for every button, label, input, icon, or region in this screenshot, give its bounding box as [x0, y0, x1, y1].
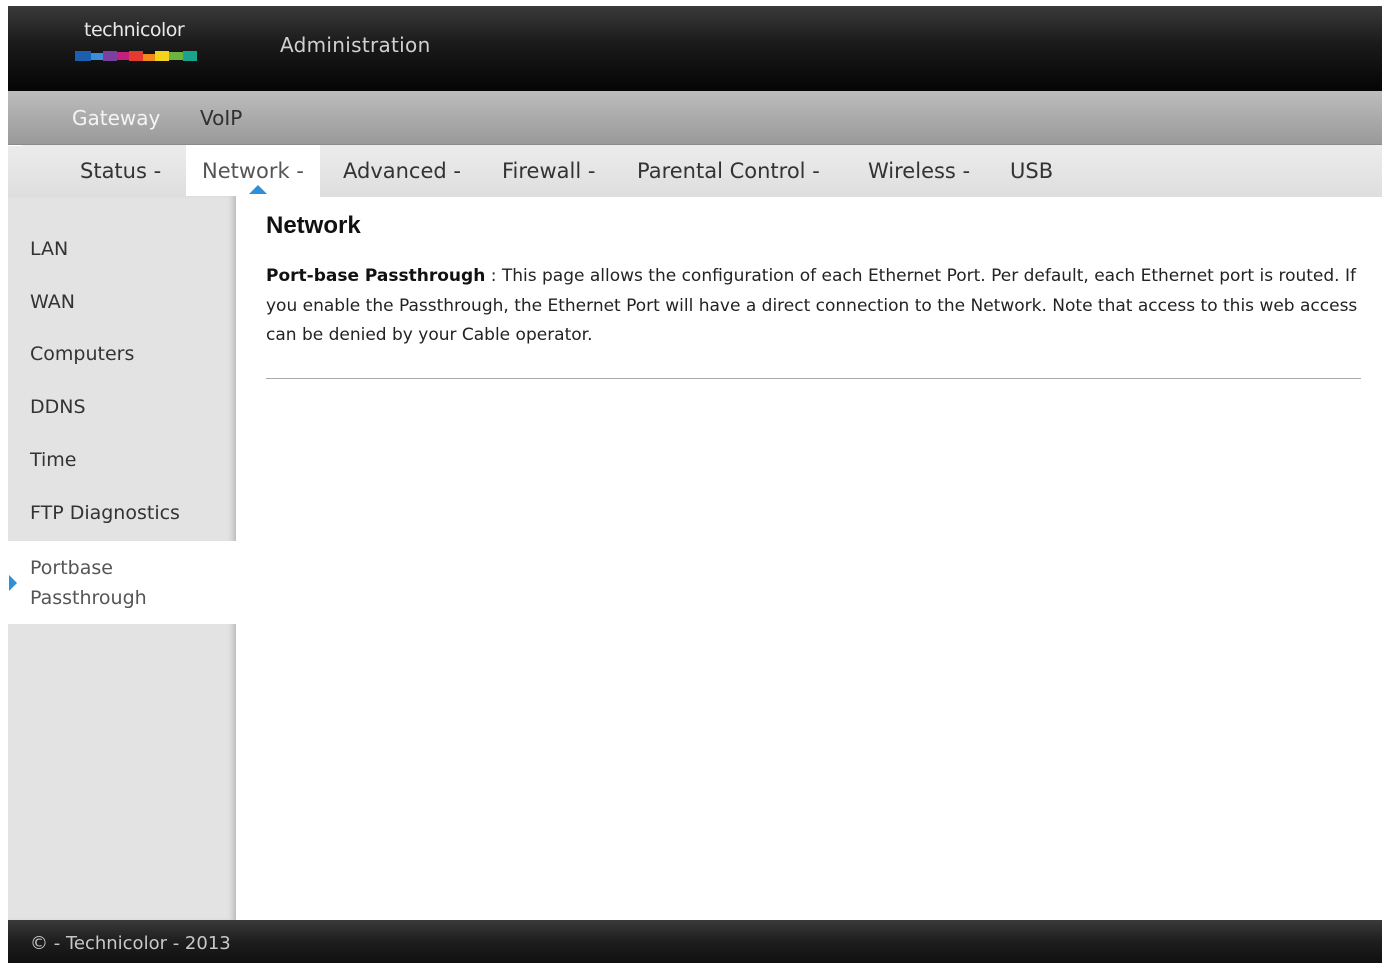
tab-status[interactable]: Status -: [80, 145, 161, 197]
tab-wireless[interactable]: Wireless -: [868, 145, 970, 197]
logo-text: technicolor: [84, 19, 185, 41]
router-admin-page: technicolor Administration Gateway VoIP …: [8, 6, 1382, 963]
copyright-text: © - Technicolor - 2013: [30, 933, 231, 954]
sidebar-item-computers[interactable]: Computers: [30, 343, 134, 365]
sidebar-item-ddns[interactable]: DDNS: [30, 396, 86, 418]
footer-bar: © - Technicolor - 2013: [8, 920, 1382, 963]
header-title: Administration: [280, 33, 431, 57]
sidebar-item-ftp-diagnostics[interactable]: FTP Diagnostics: [30, 502, 180, 524]
logo-color-strip: [75, 51, 197, 65]
sub-navigation: Status - Network - Advanced - Firewall -…: [8, 144, 1382, 197]
sidebar-item-label-line2: Passthrough: [30, 587, 147, 609]
header-bar: technicolor Administration: [8, 6, 1382, 91]
topnav-gateway[interactable]: Gateway: [72, 106, 160, 130]
tab-firewall[interactable]: Firewall -: [502, 145, 595, 197]
sidebar-item-label: Portbase Passthrough: [30, 553, 147, 613]
tab-advanced[interactable]: Advanced -: [343, 145, 461, 197]
sidebar-item-time[interactable]: Time: [30, 449, 77, 471]
page-title: Network: [266, 212, 361, 239]
section-label: Port-base Passthrough: [266, 266, 486, 286]
top-navigation: Gateway VoIP: [8, 91, 1382, 144]
subnav-divider: [8, 145, 22, 146]
sidebar: LAN WAN Computers DDNS Time FTP Diagnost…: [8, 196, 236, 920]
tab-parental-control[interactable]: Parental Control -: [637, 145, 820, 197]
sidebar-item-wan[interactable]: WAN: [30, 291, 75, 313]
label-separator: :: [485, 266, 502, 286]
technicolor-logo[interactable]: technicolor: [74, 19, 200, 71]
active-item-arrow-icon: [9, 575, 17, 591]
page-description: Port-base Passthrough : This page allows…: [266, 262, 1362, 351]
main-content: Network Port-base Passthrough : This pag…: [266, 212, 1362, 351]
active-tab-caret-icon: [249, 185, 267, 194]
sidebar-item-portbase-passthrough[interactable]: Portbase Passthrough: [8, 541, 236, 624]
content-divider: [266, 378, 1361, 379]
sidebar-item-lan[interactable]: LAN: [30, 238, 68, 260]
sidebar-item-label-line1: Portbase: [30, 557, 113, 579]
topnav-voip[interactable]: VoIP: [200, 106, 242, 130]
tab-usb[interactable]: USB: [1010, 145, 1053, 197]
